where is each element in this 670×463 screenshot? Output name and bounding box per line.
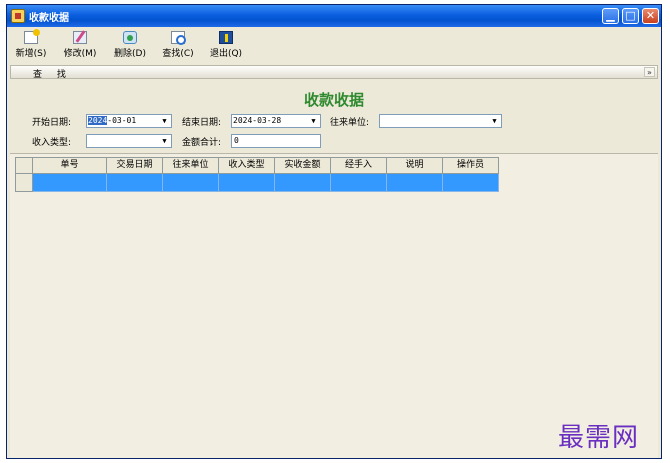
start-date-dropdown-icon[interactable]: ▼ (158, 115, 171, 127)
edit-pencil-icon (73, 31, 87, 44)
end-date-dropdown-icon[interactable]: ▼ (307, 115, 320, 127)
start-date-rest: -03-01 (107, 116, 137, 125)
column-header-trade-date[interactable]: 交易日期 (107, 157, 163, 174)
exit-button[interactable]: 退出(Q) (205, 31, 247, 63)
end-date-label: 结束日期: (182, 118, 222, 128)
records-grid: 单号 交易日期 往来单位 收入类型 实收金额 经手入 说明 操作员 (10, 153, 658, 458)
total-amount-label: 金额合计: (182, 138, 222, 148)
search-panel-header[interactable]: 查 找 » (10, 65, 658, 80)
search-form: 收款收据 开始日期: 2024-03-01 ▼ 结束日期: 2024-03-28… (10, 79, 658, 153)
new-document-icon (24, 29, 40, 44)
table-cell[interactable] (107, 174, 163, 192)
app-icon (11, 9, 25, 23)
table-cell[interactable] (443, 174, 499, 192)
table-cell[interactable] (163, 174, 219, 192)
new-button-label: 新增(S) (15, 49, 47, 59)
search-icon (171, 31, 186, 45)
column-header-operator[interactable]: 操作员 (443, 157, 499, 174)
exit-button-label: 退出(Q) (209, 49, 243, 59)
column-header-handler[interactable]: 经手入 (331, 157, 387, 174)
table-cell[interactable] (331, 174, 387, 192)
column-header-amount[interactable]: 实收金额 (275, 157, 331, 174)
row-indicator[interactable] (15, 174, 33, 192)
toolbar: 新增(S) 修改(M) 删除(D) 查找(C) 退出(Q) (7, 27, 661, 65)
column-header-partner[interactable]: 往来单位 (163, 157, 219, 174)
title-bar[interactable]: 收款收据 ▁ □ ✕ (7, 5, 661, 27)
find-button[interactable]: 查找(C) (157, 31, 199, 63)
table-cell[interactable] (33, 174, 107, 192)
income-type-dropdown-icon[interactable]: ▼ (158, 135, 171, 147)
edit-button-label: 修改(M) (63, 49, 97, 59)
end-date-picker[interactable]: 2024-03-28 ▼ (231, 114, 321, 128)
exit-door-icon (219, 31, 233, 44)
partner-select[interactable]: ▼ (379, 114, 502, 128)
start-date-year-selected: 2024 (88, 116, 108, 125)
start-date-label: 开始日期: (32, 118, 72, 128)
table-cell[interactable] (275, 174, 331, 192)
maximize-button[interactable]: □ (622, 8, 639, 24)
delete-button[interactable]: 删除(D) (109, 31, 151, 63)
table-cell[interactable] (219, 174, 275, 192)
grid-header: 单号 交易日期 往来单位 收入类型 实收金额 经手入 说明 操作员 (15, 157, 499, 174)
form-title: 收款收据 (303, 91, 364, 109)
watermark: 最需网 (558, 423, 640, 453)
column-header-income-type[interactable]: 收入类型 (219, 157, 275, 174)
start-date-picker[interactable]: 2024-03-01 ▼ (86, 114, 172, 128)
new-button[interactable]: 新增(S) (11, 29, 51, 63)
grid-corner (15, 157, 33, 174)
income-type-select[interactable]: ▼ (86, 134, 172, 148)
partner-dropdown-icon[interactable]: ▼ (488, 115, 501, 127)
collapse-chevron-icon[interactable]: » (644, 67, 655, 77)
end-date-value: 2024-03-28 (233, 116, 282, 125)
total-amount-field[interactable]: 0 (231, 134, 321, 148)
delete-button-label: 删除(D) (114, 49, 146, 59)
edit-button[interactable]: 修改(M) (59, 31, 101, 63)
column-header-receipt-no[interactable]: 单号 (33, 157, 107, 174)
column-header-note[interactable]: 说明 (387, 157, 443, 174)
main-window: 收款收据 ▁ □ ✕ 新增(S) 修改(M) 删除(D) 查找(C) 退出(Q)… (6, 4, 662, 459)
table-cell[interactable] (387, 174, 443, 192)
minimize-button[interactable]: ▁ (602, 8, 619, 24)
income-type-label: 收入类型: (32, 138, 72, 148)
window-title: 收款收据 (29, 13, 69, 24)
partner-label: 往来单位: (330, 118, 370, 128)
close-button[interactable]: ✕ (642, 8, 659, 24)
delete-icon (123, 31, 137, 44)
find-button-label: 查找(C) (162, 49, 194, 59)
table-row[interactable] (15, 174, 499, 192)
